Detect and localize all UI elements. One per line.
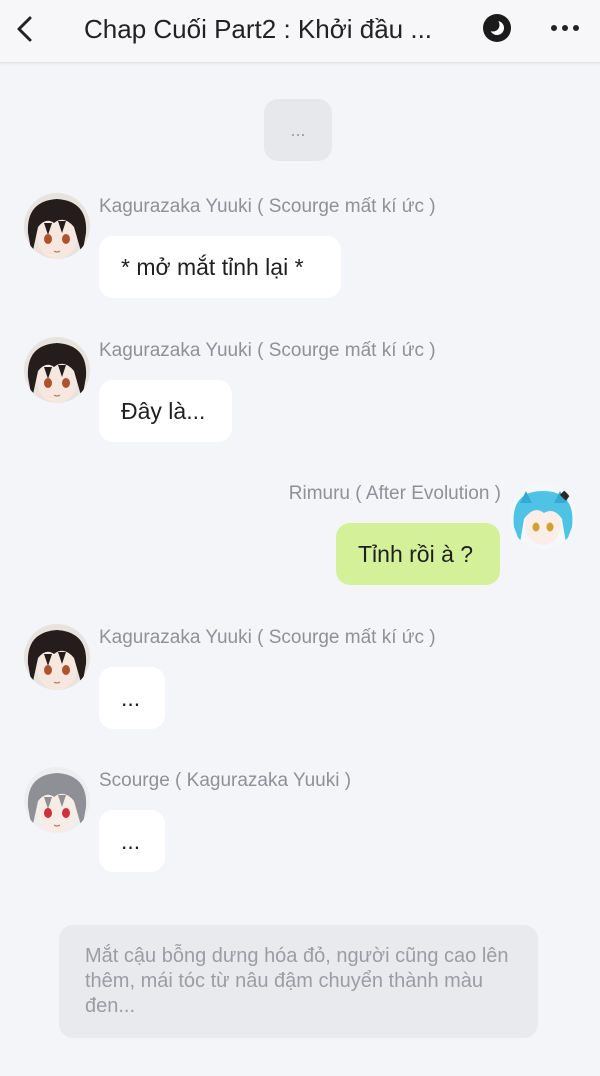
narration-box: Mắt cậu bỗng dưng hóa đỏ, người cũng cao… xyxy=(59,925,538,1038)
avatar-scourge[interactable] xyxy=(24,767,90,833)
message-bubble[interactable]: * mở mắt tỉnh lại * xyxy=(99,236,341,298)
sender-name: Kagurazaka Yuuki ( Scourge mất kí ức ) xyxy=(99,627,436,648)
chevron-left-icon[interactable] xyxy=(10,13,42,45)
avatar-kagurazaka-yuuki[interactable] xyxy=(24,193,90,259)
night-mode-icon[interactable] xyxy=(482,13,512,43)
more-horizontal-icon[interactable] xyxy=(548,14,582,42)
sender-name: Kagurazaka Yuuki ( Scourge mất kí ức ) xyxy=(99,340,436,361)
my-message-bubble[interactable]: Tỉnh rồi à ? xyxy=(336,523,500,585)
message-bubble[interactable]: Đây là... xyxy=(99,380,232,442)
sender-name: Kagurazaka Yuuki ( Scourge mất kí ức ) xyxy=(99,196,436,217)
sender-name: Rimuru ( After Evolution ) xyxy=(288,483,501,504)
sender-name: Scourge ( Kagurazaka Yuuki ) xyxy=(99,770,352,791)
message-bubble[interactable]: ... xyxy=(99,667,165,729)
avatar-kagurazaka-yuuki[interactable] xyxy=(24,337,90,403)
message-bubble[interactable]: ... xyxy=(99,810,165,872)
system-message: ... xyxy=(264,99,332,161)
top-bar: Chap Cuối Part2 : Khởi đầu ... xyxy=(0,0,600,63)
avatar-rimuru[interactable] xyxy=(510,483,576,549)
avatar-kagurazaka-yuuki[interactable] xyxy=(24,624,90,690)
chapter-title: Chap Cuối Part2 : Khởi đầu ... xyxy=(84,14,433,44)
